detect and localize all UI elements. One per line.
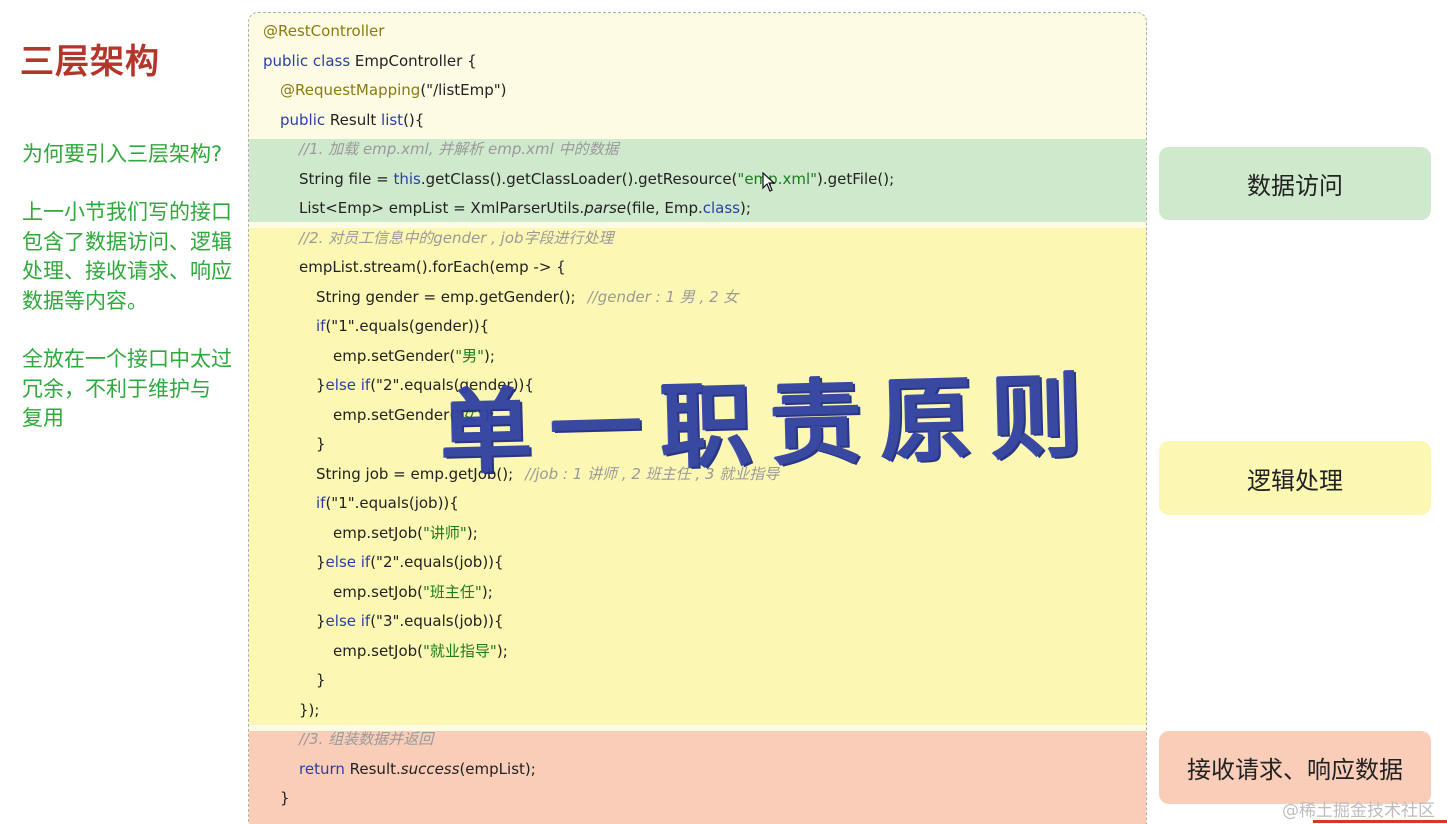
code-line: emp.setJob("班主任"); [333, 583, 493, 601]
question-text: 为何要引入三层架构? [22, 142, 223, 166]
drawback-line: 全放在一个接口中太过 [22, 347, 232, 371]
code-line: return Result.success(empList); [299, 760, 536, 778]
reason-line: 处理、接收请求、响应 [22, 259, 232, 283]
code-line: String gender = emp.getGender();//gender… [316, 288, 739, 306]
code-line: empList.stream().forEach(emp -> { [299, 258, 566, 276]
slide-title: 三层架构 [20, 42, 160, 82]
code-line: }); [299, 701, 320, 719]
code-line: } [280, 789, 290, 807]
mouse-cursor-icon [762, 172, 776, 192]
request-response-label: 接收请求、响应数据 [1159, 731, 1431, 804]
reason-line: 上一小节我们写的接口 [22, 200, 232, 224]
reason-paragraph: 上一小节我们写的接口 包含了数据访问、逻辑 处理、接收请求、响应 数据等内容。 [22, 198, 232, 316]
code-line: emp.setJob("就业指导"); [333, 642, 508, 660]
reason-line: 包含了数据访问、逻辑 [22, 229, 232, 254]
code-line: public class EmpController { [263, 52, 477, 70]
drawback-line: 冗余，不利于维护与 [22, 376, 211, 401]
red-underline-mark [1313, 820, 1447, 823]
code-line: if("1".equals(job)){ [316, 494, 459, 512]
code-line: if("1".equals(gender)){ [316, 317, 490, 335]
code-line: } [316, 671, 326, 689]
code-line: @RequestMapping("/listEmp") [280, 81, 507, 99]
data-access-label: 数据访问 [1159, 147, 1431, 220]
code-comment: //3. 组装数据并返回 [299, 730, 434, 748]
code-line: emp.setJob("讲师"); [333, 524, 478, 542]
code-line: String file = this.getClass().getClassLo… [299, 170, 895, 188]
code-comment: //2. 对员工信息中的gender , job字段进行处理 [299, 229, 614, 247]
single-responsibility-stamp: 单一职责原则 [438, 361, 1102, 487]
code-comment: //1. 加载 emp.xml, 并解析 emp.xml 中的数据 [299, 140, 619, 158]
code-line: } [316, 435, 326, 453]
logic-label: 逻辑处理 [1159, 441, 1431, 515]
watermark: @稀土掘金技术社区 [1282, 801, 1435, 821]
code-line: List<Emp> empList = XmlParserUtils.parse… [299, 199, 751, 217]
code-line: @RestController [263, 22, 385, 40]
reason-line: 数据等内容。 [22, 288, 148, 313]
code-line: public Result list(){ [280, 111, 425, 129]
drawback-paragraph: 全放在一个接口中太过 冗余，不利于维护与 复用 [22, 345, 232, 434]
drawback-line: 复用 [22, 406, 64, 430]
code-line: }else if("3".equals(job)){ [316, 612, 504, 630]
code-line: }else if("2".equals(job)){ [316, 553, 504, 571]
